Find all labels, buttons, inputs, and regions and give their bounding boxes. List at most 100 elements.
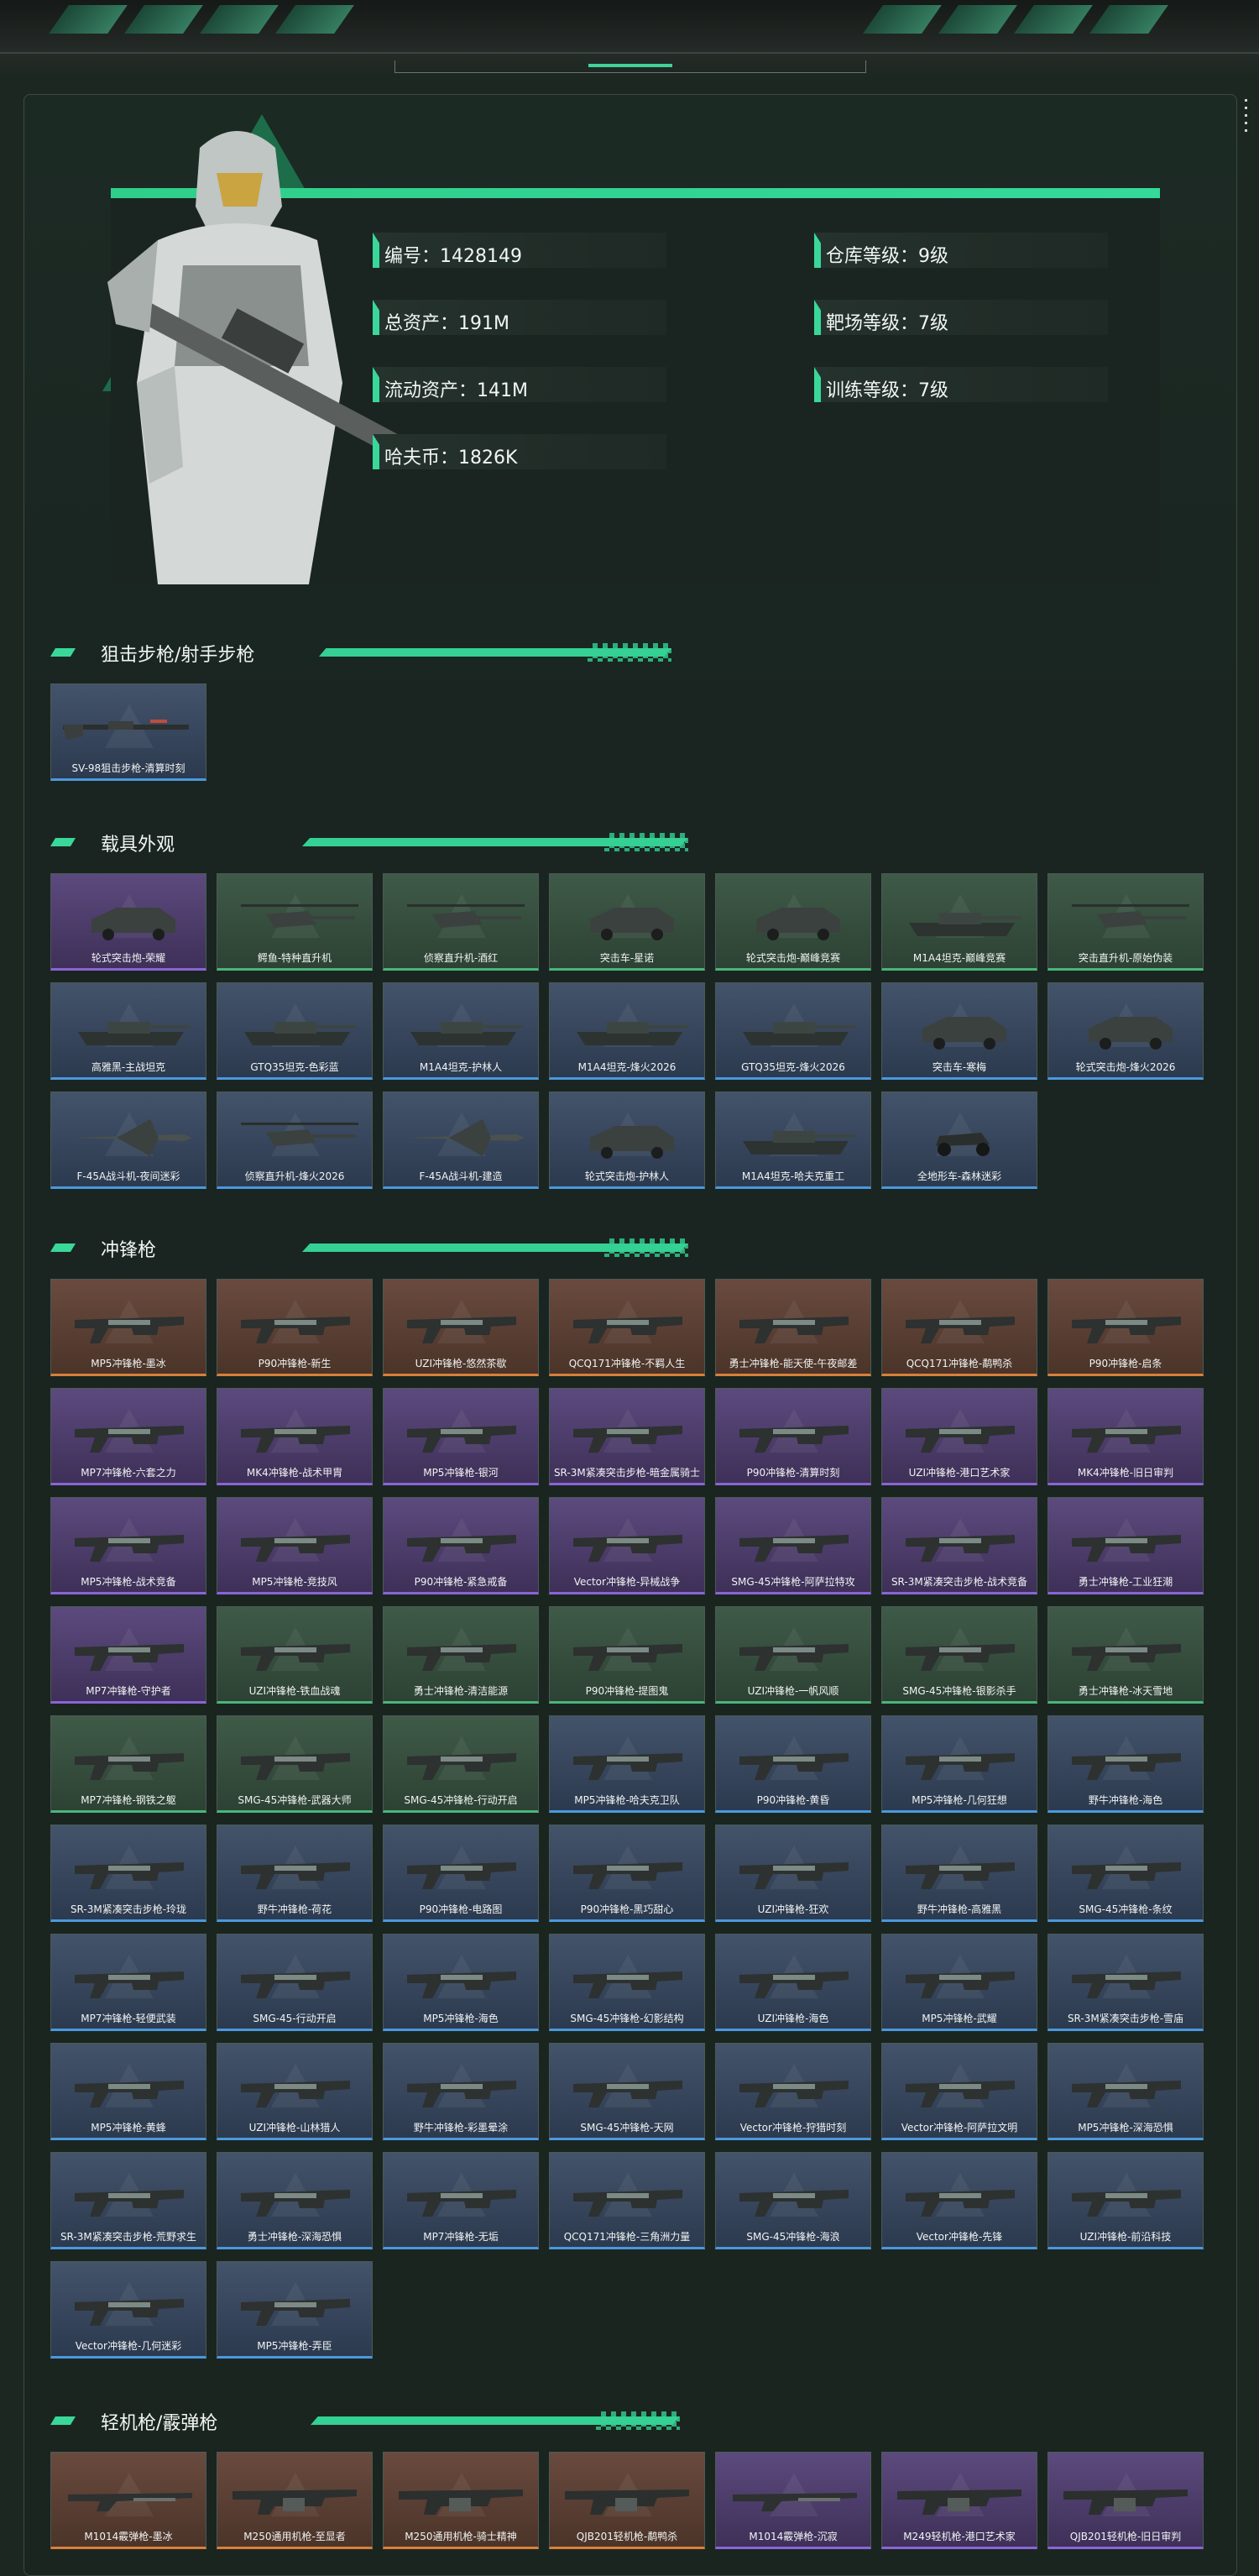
item-card[interactable]: MP5冲锋枪-黄蜂 <box>50 2043 206 2140</box>
item-card[interactable]: MP5冲锋枪-银河 <box>383 1388 539 1485</box>
item-card[interactable]: SMG-45冲锋枪-海浪 <box>715 2152 871 2249</box>
item-card[interactable]: 突击车-寒梅 <box>881 982 1037 1080</box>
item-card[interactable]: 鳄鱼-特种直升机 <box>217 873 373 971</box>
item-card[interactable]: MP5冲锋枪-墨冰 <box>50 1279 206 1376</box>
item-card[interactable]: UZI冲锋枪-悠然茶歇 <box>383 1279 539 1376</box>
item-card[interactable]: 勇士冲锋枪-工业狂潮 <box>1047 1497 1204 1594</box>
item-card[interactable]: QJB201轻机枪-旧日审判 <box>1047 2452 1204 2549</box>
item-card[interactable]: M1A4坦克-哈夫克重工 <box>715 1092 871 1189</box>
item-card[interactable]: Vector冲锋枪-狩猎时刻 <box>715 2043 871 2140</box>
item-card[interactable]: SR-3M紧凑突击步枪-战术竞备 <box>881 1497 1037 1594</box>
item-card[interactable]: UZI冲锋枪-铁血战魂 <box>217 1606 373 1704</box>
item-card[interactable]: UZI冲锋枪-海色 <box>715 1934 871 2031</box>
item-card[interactable]: GTQ35坦克-烽火2026 <box>715 982 871 1080</box>
item-card[interactable]: P90冲锋枪-黄昏 <box>715 1715 871 1813</box>
item-card[interactable]: QJB201轻机枪-鹬鸭杀 <box>549 2452 705 2549</box>
item-card[interactable]: 野牛冲锋枪-海色 <box>1047 1715 1204 1813</box>
item-card[interactable]: UZI冲锋枪-一帆风顺 <box>715 1606 871 1704</box>
item-label: F-45A战斗机-夜间迷彩 <box>76 1170 180 1182</box>
item-card[interactable]: SMG-45冲锋枪-武器大师 <box>217 1715 373 1813</box>
item-card[interactable]: MK4冲锋枪-战术甲胄 <box>217 1388 373 1485</box>
item-card[interactable]: MP5冲锋枪-海色 <box>383 1934 539 2031</box>
item-card[interactable]: P90冲锋枪-启条 <box>1047 1279 1204 1376</box>
item-card[interactable]: QCQ171冲锋枪-不羁人生 <box>549 1279 705 1376</box>
item-card[interactable]: SMG-45-行动开启 <box>217 1934 373 2031</box>
item-card[interactable]: 全地形车-森林迷彩 <box>881 1092 1037 1189</box>
item-card[interactable]: 勇士冲锋枪-冰天雪地 <box>1047 1606 1204 1704</box>
item-card[interactable]: MP7冲锋枪-无垢 <box>383 2152 539 2249</box>
item-card[interactable]: MP5冲锋枪-战术竞备 <box>50 1497 206 1594</box>
item-card[interactable]: UZI冲锋枪-山林猎人 <box>217 2043 373 2140</box>
item-card[interactable]: Vector冲锋枪-阿萨拉文明 <box>881 2043 1037 2140</box>
item-card[interactable]: 轮式突击炮-烽火2026 <box>1047 982 1204 1080</box>
item-card[interactable]: MP5冲锋枪-哈夫克卫队 <box>549 1715 705 1813</box>
item-card[interactable]: 突击直升机-原始伪装 <box>1047 873 1204 971</box>
item-card[interactable]: 轮式突击炮-护林人 <box>549 1092 705 1189</box>
item-card[interactable]: SMG-45冲锋枪-天网 <box>549 2043 705 2140</box>
item-card[interactable]: 野牛冲锋枪-高雅黑 <box>881 1825 1037 1922</box>
item-card[interactable]: 野牛冲锋枪-荷花 <box>217 1825 373 1922</box>
item-card[interactable]: SR-3M紧凑突击步枪-雪庙 <box>1047 1934 1204 2031</box>
item-card[interactable]: M1A4坦克-烽火2026 <box>549 982 705 1080</box>
smg-icon <box>75 2081 184 2107</box>
item-card[interactable]: 侦察直升机-酒红 <box>383 873 539 971</box>
item-card[interactable]: SMG-45冲锋枪-阿萨拉特攻 <box>715 1497 871 1594</box>
smg-icon <box>75 2299 184 2326</box>
item-card[interactable]: P90冲锋枪-提图鬼 <box>549 1606 705 1704</box>
item-card[interactable]: 勇士冲锋枪-清洁能源 <box>383 1606 539 1704</box>
item-card[interactable]: SMG-45冲锋枪-条纹 <box>1047 1825 1204 1922</box>
item-card[interactable]: MP5冲锋枪-弄臣 <box>217 2261 373 2359</box>
item-card[interactable]: 侦察直升机-烽火2026 <box>217 1092 373 1189</box>
item-card[interactable]: QCQ171冲锋枪-鹬鸭杀 <box>881 1279 1037 1376</box>
item-card[interactable]: P90冲锋枪-紧急戒备 <box>383 1497 539 1594</box>
item-card[interactable]: 野牛冲锋枪-彩墨晕涂 <box>383 2043 539 2140</box>
item-card[interactable]: MP5冲锋枪-深海恐惧 <box>1047 2043 1204 2140</box>
atv-icon <box>936 1133 990 1156</box>
item-card[interactable]: Vector冲锋枪-异械战争 <box>549 1497 705 1594</box>
item-card[interactable]: M1A4坦克-护林人 <box>383 982 539 1080</box>
item-card[interactable]: MP5冲锋枪-武耀 <box>881 1934 1037 2031</box>
item-card[interactable]: M250通用机枪-至显者 <box>217 2452 373 2549</box>
item-card[interactable]: 勇士冲锋枪-深海恐惧 <box>217 2152 373 2249</box>
item-card[interactable]: M1A4坦克-巅峰竞赛 <box>881 873 1037 971</box>
item-card[interactable]: M250通用机枪-骑士精神 <box>383 2452 539 2549</box>
item-card[interactable]: UZI冲锋枪-前沿科技 <box>1047 2152 1204 2249</box>
item-card[interactable]: UZI冲锋枪-狂欢 <box>715 1825 871 1922</box>
item-card[interactable]: SR-3M紧凑突击步枪-暗金属骑士 <box>549 1388 705 1485</box>
item-card[interactable]: SR-3M紧凑突击步枪-荒野求生 <box>50 2152 206 2249</box>
item-card[interactable]: 高雅黑-主战坦克 <box>50 982 206 1080</box>
item-card[interactable]: SMG-45冲锋枪-行动开启 <box>383 1715 539 1813</box>
item-card[interactable]: 轮式突击炮-荣耀 <box>50 873 206 971</box>
item-card[interactable]: QCQ171冲锋枪-三角洲力量 <box>549 2152 705 2249</box>
smg-icon <box>1072 2190 1181 2217</box>
item-card[interactable]: MP5冲锋枪-竞技风 <box>217 1497 373 1594</box>
item-card[interactable]: UZI冲锋枪-港口艺术家 <box>881 1388 1037 1485</box>
item-card[interactable]: MP7冲锋枪-守护者 <box>50 1606 206 1704</box>
item-card[interactable]: SR-3M紧凑突击步枪-玲珑 <box>50 1825 206 1922</box>
item-card[interactable]: MK4冲锋枪-旧日审判 <box>1047 1388 1204 1485</box>
item-card[interactable]: M1014霰弹枪-墨冰 <box>50 2452 206 2549</box>
item-card[interactable]: M1014霰弹枪-沉寂 <box>715 2452 871 2549</box>
item-card[interactable]: MP7冲锋枪-六套之力 <box>50 1388 206 1485</box>
item-card[interactable]: Vector冲锋枪-先锋 <box>881 2152 1037 2249</box>
scroll-indicator[interactable] <box>1245 99 1248 137</box>
item-card[interactable]: 突击车-星诺 <box>549 873 705 971</box>
item-card[interactable]: P90冲锋枪-黑巧甜心 <box>549 1825 705 1922</box>
item-card[interactable]: M249轻机枪-港口艺术家 <box>881 2452 1037 2549</box>
item-card[interactable]: Vector冲锋枪-几何迷彩 <box>50 2261 206 2359</box>
item-card[interactable]: MP7冲锋枪-钢铁之躯 <box>50 1715 206 1813</box>
item-card[interactable]: SMG-45冲锋枪-幻影结构 <box>549 1934 705 2031</box>
item-card[interactable]: SMG-45冲锋枪-银影杀手 <box>881 1606 1037 1704</box>
item-card[interactable]: P90冲锋枪-电路图 <box>383 1825 539 1922</box>
item-card[interactable]: F-45A战斗机-夜间迷彩 <box>50 1092 206 1189</box>
item-card[interactable]: GTQ35坦克-色彩蓝 <box>217 982 373 1080</box>
item-label: MP5冲锋枪-深海恐惧 <box>1078 2122 1173 2134</box>
item-card[interactable]: 轮式突击炮-巅峰竞赛 <box>715 873 871 971</box>
item-card[interactable]: P90冲锋枪-清算时刻 <box>715 1388 871 1485</box>
item-card[interactable]: SV-98狙击步枪-清算时刻 <box>50 683 206 781</box>
item-card[interactable]: P90冲锋枪-新生 <box>217 1279 373 1376</box>
item-card[interactable]: MP7冲锋枪-轻便武装 <box>50 1934 206 2031</box>
item-card[interactable]: MP5冲锋枪-几何狂想 <box>881 1715 1037 1813</box>
item-card[interactable]: F-45A战斗机-建造 <box>383 1092 539 1189</box>
item-card[interactable]: 勇士冲锋枪-能天使-午夜邮差 <box>715 1279 871 1376</box>
